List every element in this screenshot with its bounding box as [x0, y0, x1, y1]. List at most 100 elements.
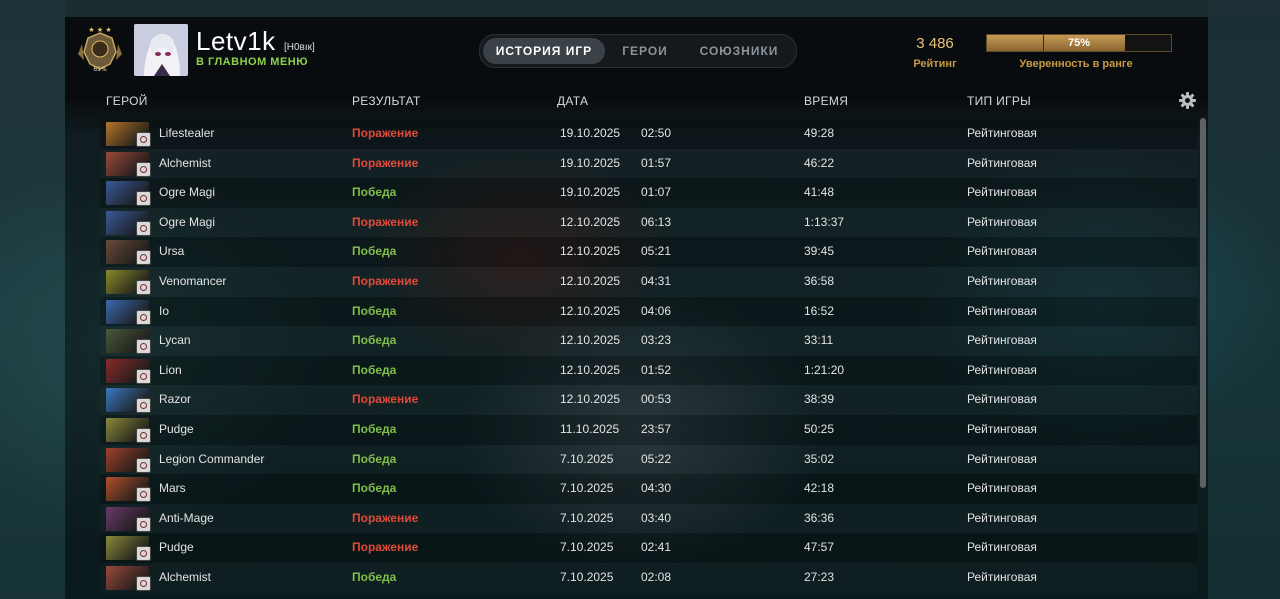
match-date: 12.10.2025: [560, 392, 621, 407]
match-row[interactable]: Alchemist Поражение 19.10.2025 01:57 46:22 Ре…: [100, 149, 1197, 179]
match-duration: 41:48: [804, 185, 835, 200]
gear-icon[interactable]: [1179, 92, 1196, 109]
player-avatar[interactable]: [134, 24, 188, 76]
match-result: Поражение: [352, 273, 419, 288]
match-row[interactable]: Alchemist Победа 7.10.2025 02:08 27:23 Рейтин…: [100, 563, 1197, 593]
match-row[interactable]: Anti-Mage Поражение 7.10.2025 03:40 36:36 Рей…: [100, 504, 1197, 534]
match-date: 12.10.2025: [560, 303, 621, 318]
match-type: Рейтинговая: [967, 362, 1037, 377]
match-start-time: 04:31: [641, 273, 672, 288]
tab-allies[interactable]: СОЮЗНИКИ: [685, 38, 793, 64]
match-row[interactable]: Pudge Поражение 7.10.2025 02:41 47:57 Рейтинг…: [100, 533, 1197, 563]
hero-name: Lifestealer: [159, 126, 215, 140]
column-header-hero[interactable]: ГЕРОЙ: [106, 94, 148, 108]
match-type: Рейтинговая: [967, 273, 1037, 288]
match-type: Рейтинговая: [967, 214, 1037, 229]
role-badge-icon: [136, 191, 151, 207]
match-type: Рейтинговая: [967, 126, 1037, 140]
match-row[interactable]: Ursa Победа 12.10.2025 05:21 39:45 Рейтингова…: [100, 237, 1197, 267]
match-result: Поражение: [352, 540, 419, 555]
match-row[interactable]: Pudge Победа 11.10.2025 23:57 50:25 Рейтингов…: [100, 414, 1197, 445]
hero-name: Pudge: [159, 540, 194, 555]
hero-name: Ogre Magi: [159, 214, 216, 229]
match-result: Поражение: [352, 214, 419, 229]
match-type: Рейтинговая: [967, 451, 1037, 466]
match-date: 19.10.2025: [560, 185, 621, 200]
column-header-duration[interactable]: ВРЕМЯ: [804, 94, 848, 108]
tab-match-history[interactable]: ИСТОРИЯ ИГР: [483, 38, 605, 64]
hero-name: Ogre Magi: [159, 185, 216, 200]
match-date: 12.10.2025: [560, 273, 621, 288]
match-start-time: 03:23: [641, 333, 672, 348]
match-duration: 36:36: [804, 510, 835, 525]
tab-heroes[interactable]: ГЕРОИ: [610, 38, 680, 64]
rank-medal-icon[interactable]: ★ ★ ★ 61%: [76, 24, 124, 74]
match-duration: 33:11: [804, 333, 834, 348]
role-badge-icon: [136, 427, 151, 443]
match-row[interactable]: Lifestealer Поражение 19.10.2025 02:50 49:28…: [100, 119, 1197, 149]
svg-text:61%: 61%: [93, 66, 107, 73]
background-right-edge: [1208, 0, 1280, 599]
match-type: Рейтинговая: [967, 392, 1037, 407]
match-date: 7.10.2025: [560, 481, 614, 496]
match-start-time: 04:06: [641, 303, 672, 318]
hero-name: Alchemist: [159, 569, 212, 584]
hero-name: Venomancer: [159, 273, 227, 288]
match-duration: 27:23: [804, 569, 835, 584]
match-date: 7.10.2025: [560, 510, 614, 525]
column-header-date[interactable]: ДАТА: [557, 94, 588, 108]
match-start-time: 04:30: [641, 481, 672, 496]
match-start-time: 01:52: [641, 362, 672, 377]
match-result: Победа: [352, 303, 397, 318]
match-duration: 35:02: [804, 451, 835, 466]
match-result: Поражение: [352, 126, 419, 140]
hero-name: Pudge: [159, 421, 194, 436]
role-badge-icon: [136, 398, 151, 414]
match-duration: 36:58: [804, 273, 835, 288]
role-badge-icon: [136, 457, 151, 473]
column-header-game-type[interactable]: ТИП ИГРЫ: [967, 94, 1031, 108]
match-row[interactable]: Legion Commander Победа 7.10.2025 05:22 35:0…: [100, 445, 1197, 475]
role-badge-icon: [136, 516, 151, 532]
match-date: 7.10.2025: [560, 451, 614, 466]
match-row[interactable]: Lycan Победа 12.10.2025 03:23 33:11 Рейтингов…: [100, 326, 1197, 356]
match-type: Рейтинговая: [967, 421, 1037, 436]
match-date: 19.10.2025: [560, 155, 621, 170]
match-start-time: 05:21: [641, 244, 672, 259]
hero-name: Anti-Mage: [159, 510, 214, 525]
role-badge-icon: [136, 279, 151, 295]
match-date: 11.10.2025: [560, 421, 620, 436]
match-row[interactable]: Ogre Magi Победа 19.10.2025 01:07 41:48 Рейти…: [100, 178, 1197, 208]
match-row[interactable]: Lion Победа 12.10.2025 01:52 1:21:20 Рейтинго…: [100, 355, 1197, 386]
role-badge-icon: [136, 220, 151, 236]
role-badge-icon: [136, 546, 151, 562]
match-type: Рейтинговая: [967, 244, 1037, 259]
match-start-time: 02:08: [641, 569, 672, 584]
player-status: В ГЛАВНОМ МЕНЮ: [196, 56, 309, 68]
player-guild-tag: [Н0вıк]: [284, 42, 315, 53]
rank-confidence-value: 75%: [1067, 37, 1091, 49]
match-duration: 46:22: [804, 155, 835, 170]
match-date: 12.10.2025: [560, 362, 621, 377]
match-start-time: 01:07: [641, 185, 672, 200]
match-start-time: 00:53: [641, 392, 672, 407]
match-type: Рейтинговая: [967, 185, 1037, 200]
match-start-time: 02:50: [641, 126, 672, 140]
match-result: Победа: [352, 362, 397, 377]
match-start-time: 01:57: [641, 155, 672, 170]
match-duration: 50:25: [804, 421, 835, 436]
role-badge-icon: [136, 339, 151, 355]
player-name[interactable]: Letv1k: [196, 26, 276, 57]
match-duration: 47:57: [804, 540, 835, 555]
match-result: Победа: [352, 421, 397, 436]
history-tabs: ИСТОРИЯ ИГР ГЕРОИ СОЮЗНИКИ: [479, 34, 797, 68]
match-row[interactable]: Venomancer Поражение 12.10.2025 04:31 36:58 Р…: [100, 267, 1197, 297]
match-row[interactable]: Io Победа 12.10.2025 04:06 16:52 Рейтинговая: [100, 296, 1197, 327]
match-row[interactable]: Razor Поражение 12.10.2025 00:53 38:39 Рейтин…: [100, 385, 1197, 415]
match-list-scrollbar[interactable]: [1200, 118, 1206, 488]
match-row[interactable]: Mars Победа 7.10.2025 04:30 42:18 Рейтинговая: [100, 474, 1197, 504]
column-header-result[interactable]: РЕЗУЛЬТАТ: [352, 94, 421, 108]
match-row[interactable]: Ogre Magi Поражение 12.10.2025 06:13 1:13:37…: [100, 208, 1197, 238]
match-start-time: 02:41: [641, 540, 672, 555]
match-type: Рейтинговая: [967, 481, 1037, 496]
